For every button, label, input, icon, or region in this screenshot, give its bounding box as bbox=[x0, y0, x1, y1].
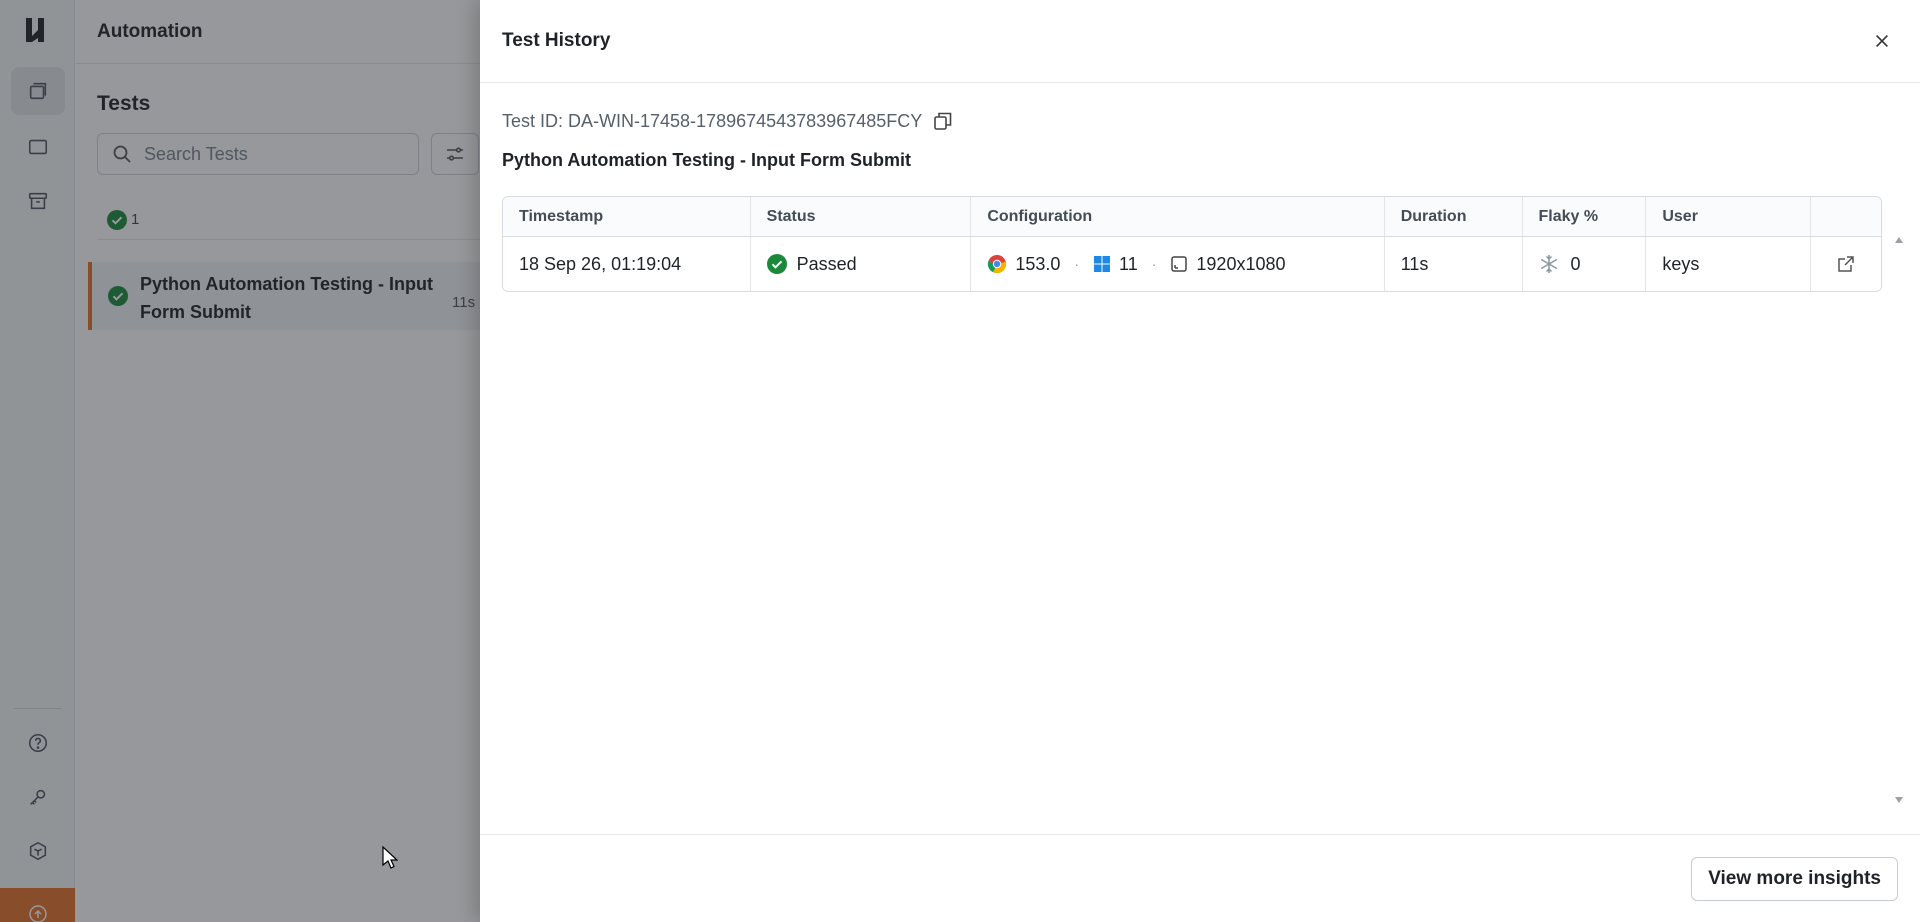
config-separator: · bbox=[1151, 256, 1157, 272]
cell-flaky: 0 bbox=[1523, 237, 1647, 291]
cell-status: Passed bbox=[751, 237, 972, 291]
header-timestamp[interactable]: Timestamp bbox=[503, 197, 751, 236]
os-version: 11 bbox=[1119, 253, 1138, 274]
external-link-icon[interactable] bbox=[1836, 254, 1856, 274]
test-id: Test ID: DA-WIN-17458-178967454378396748… bbox=[502, 110, 923, 131]
header-user[interactable]: User bbox=[1646, 197, 1812, 236]
test-history-drawer: Test History Test ID: DA-WIN-17458-17896… bbox=[480, 0, 1920, 922]
close-icon bbox=[1876, 35, 1888, 47]
cell-timestamp: 18 Sep 26, 01:19:04 bbox=[503, 237, 751, 291]
resolution: 1920x1080 bbox=[1196, 253, 1286, 274]
header-status[interactable]: Status bbox=[751, 197, 972, 236]
header-actions bbox=[1811, 197, 1881, 236]
snowflake-icon bbox=[1540, 255, 1557, 273]
drawer-footer: View more insights bbox=[480, 834, 1920, 922]
windows-icon bbox=[1094, 256, 1111, 272]
mouse-cursor-icon bbox=[382, 846, 398, 869]
header-configuration[interactable]: Configuration bbox=[971, 197, 1385, 236]
header-flaky[interactable]: Flaky % bbox=[1523, 197, 1647, 236]
cell-actions bbox=[1811, 237, 1881, 291]
browser-version: 153.0 bbox=[1015, 253, 1061, 274]
table-row[interactable]: 18 Sep 26, 01:19:04 Passed 153.0 · 11 · … bbox=[503, 237, 1881, 291]
close-button[interactable] bbox=[1866, 25, 1898, 57]
app-root: Automation Tests 1 Pyth bbox=[0, 0, 1920, 922]
scroll-down-arrow-icon[interactable] bbox=[1894, 796, 1904, 804]
header-duration[interactable]: Duration bbox=[1385, 197, 1523, 236]
cell-duration: 11s bbox=[1385, 237, 1523, 291]
drawer-title: Test History bbox=[502, 30, 611, 51]
check-circle-icon bbox=[766, 254, 787, 274]
scroll-up-arrow-icon[interactable] bbox=[1894, 236, 1904, 244]
status-text: Passed bbox=[796, 253, 857, 274]
config-separator: · bbox=[1074, 256, 1080, 272]
test-id-row: Test ID: DA-WIN-17458-178967454378396748… bbox=[502, 110, 954, 132]
drawer-header: Test History bbox=[480, 0, 1920, 83]
resolution-icon bbox=[1171, 256, 1188, 272]
copy-icon[interactable] bbox=[932, 110, 954, 132]
history-table: Timestamp Status Configuration Duration … bbox=[502, 196, 1882, 292]
cell-user: keys bbox=[1646, 237, 1812, 291]
view-more-insights-button[interactable]: View more insights bbox=[1691, 856, 1898, 901]
chrome-icon bbox=[988, 255, 1007, 274]
test-name: Python Automation Testing - Input Form S… bbox=[502, 150, 911, 170]
cell-configuration: 153.0 · 11 · 1920x1080 bbox=[971, 237, 1385, 291]
table-header-row: Timestamp Status Configuration Duration … bbox=[503, 197, 1881, 237]
flaky-value: 0 bbox=[1570, 253, 1581, 274]
